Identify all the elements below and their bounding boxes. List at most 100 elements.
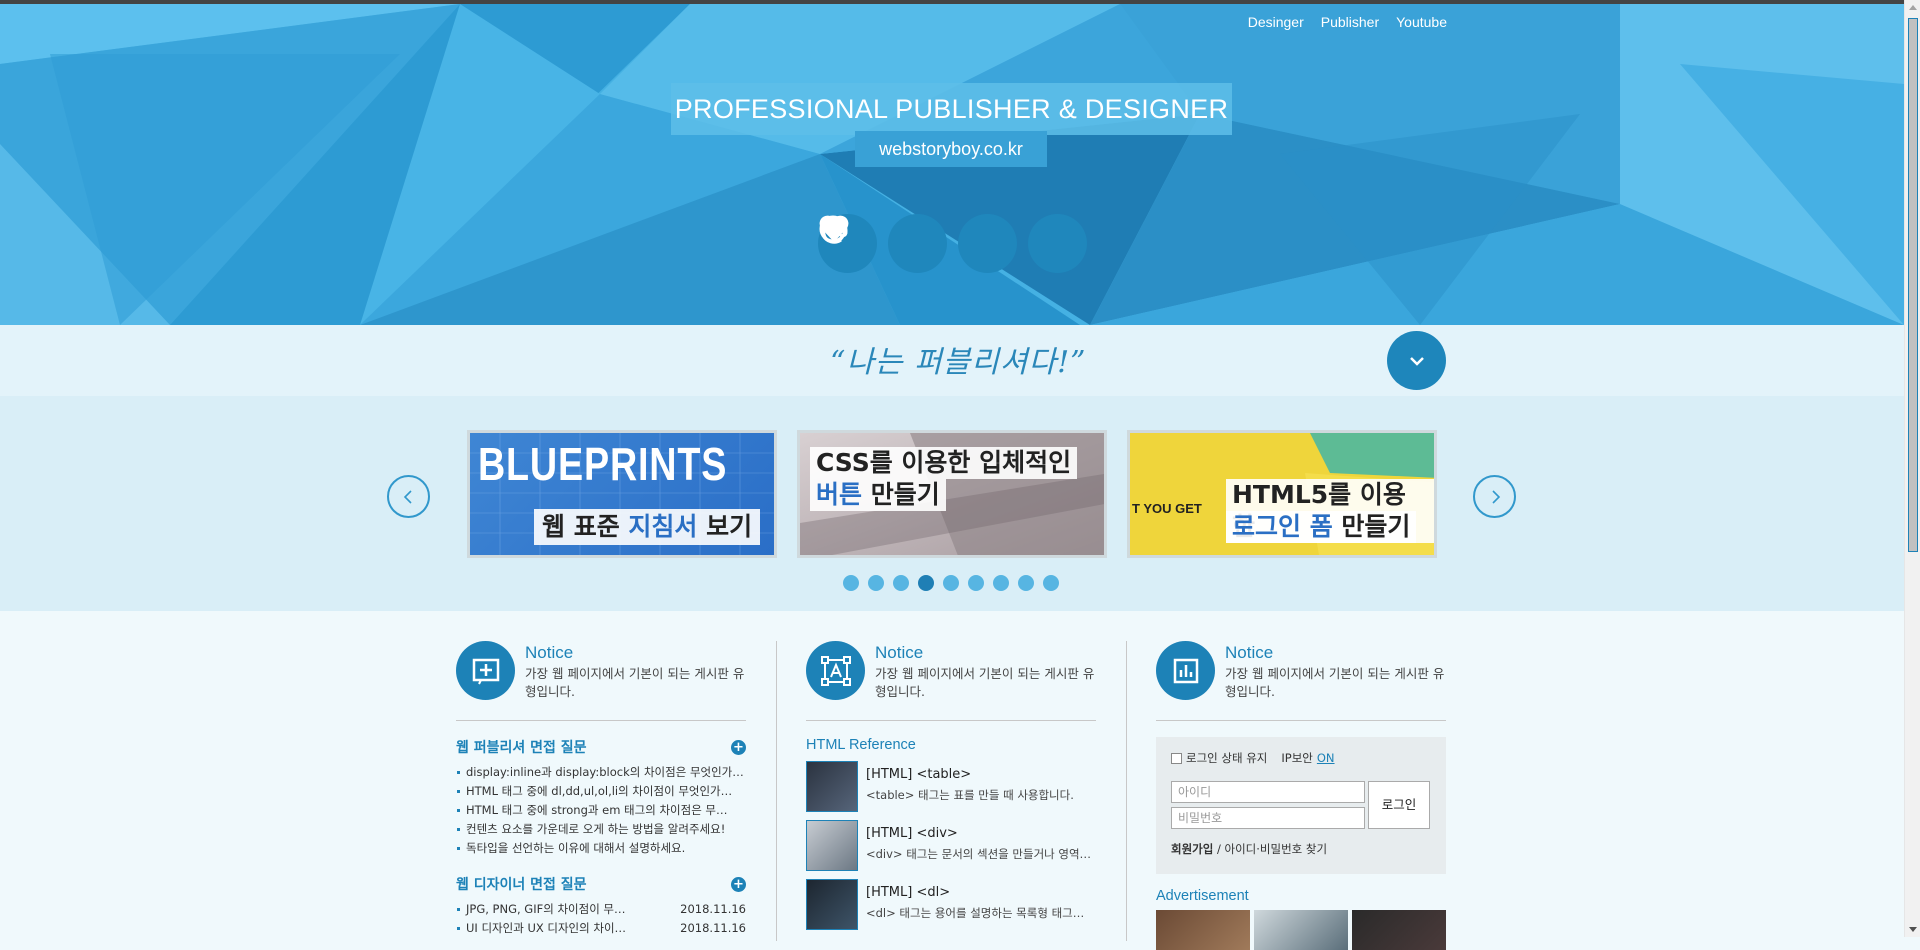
login-form: 로그인 상태 유지 IP보안 ON 아이디 비밀번호 로그인 회원가입 / 아이… (1156, 737, 1446, 874)
scrollbar-thumb[interactable] (1908, 18, 1918, 552)
notice-title[interactable]: Notice (875, 643, 1096, 663)
keep-login-label: 로그인 상태 유지 (1186, 751, 1268, 765)
reference-title: [HTML] <table> (866, 767, 972, 782)
slide-html5-login[interactable]: T YOU GET HTML5를 이용한 로그인 폼 만들기 (1127, 430, 1437, 558)
ip-security-toggle[interactable]: ON (1317, 751, 1335, 765)
scroll-down-button[interactable] (1387, 331, 1446, 390)
slider-next-button[interactable] (1473, 475, 1516, 518)
hero-banner: Desinger Publisher Youtube PROFESSIONAL … (0, 4, 1904, 325)
more-plus-icon[interactable]: + (731, 876, 746, 892)
html-reference-heading: HTML Reference (806, 737, 916, 753)
slide-2-caption-line2: 버튼 만들기 (810, 479, 946, 511)
reference-thumbnail (806, 879, 858, 930)
list-item[interactable]: 독타입을 선언하는 이유에 대해서 설명하세요. (456, 839, 746, 858)
advertisement-list (1156, 910, 1446, 950)
ad-thumbnail[interactable] (1156, 910, 1250, 950)
reference-title: [HTML] <div> (866, 826, 958, 841)
notice-title[interactable]: Notice (525, 643, 746, 663)
slider-dot[interactable] (843, 575, 859, 591)
text-frame-icon (806, 641, 865, 700)
ip-security-label: IP보안 (1281, 751, 1313, 765)
list-item[interactable]: display:inline과 display:block의 차이점은 무엇인가… (456, 763, 746, 782)
chevron-down-icon (1409, 356, 1424, 366)
nav-link-publisher[interactable]: Publisher (1321, 14, 1379, 30)
list-item[interactable]: UI 디자인과 UX 디자인의 차이… 2018.11.16 (456, 919, 746, 938)
scroll-up-arrow-icon[interactable] (1909, 5, 1917, 10)
password-input[interactable]: 비밀번호 (1171, 807, 1365, 829)
hero-subtitle: webstoryboy.co.kr (855, 131, 1047, 167)
notice-title[interactable]: Notice (1225, 643, 1446, 663)
slider-dot[interactable] (993, 575, 1009, 591)
reference-desc: <div> 태그는 문서의 섹션을 만들거나 영역… (866, 847, 1092, 861)
slider-prev-button[interactable] (387, 475, 430, 518)
designer-qna-list: JPG, PNG, GIF의 차이점이 무… 2018.11.16 UI 디자인과… (456, 900, 746, 938)
slide-css-button[interactable]: CSS를 이용한 입체적인 버튼 만들기 (797, 430, 1107, 558)
reference-desc: <dl> 태그는 용어를 설명하는 목록형 태그… (866, 906, 1085, 920)
advertisement-heading: Advertisement (1156, 888, 1249, 904)
reference-thumbnail (806, 820, 858, 871)
slider-dot[interactable] (1043, 575, 1059, 591)
page-scrollbar[interactable] (1904, 0, 1920, 937)
add-box-icon (456, 641, 515, 700)
notice-description: 가장 웹 페이지에서 기본이 되는 게시판 유형입니다. (525, 666, 745, 699)
find-account-link[interactable]: / 아이디·비밀번호 찾기 (1213, 842, 1327, 856)
slider-dot[interactable] (943, 575, 959, 591)
column-divider (776, 641, 777, 941)
slide-1-heading: BLUEPRINTS (478, 438, 728, 490)
slide-3-caption-line2: 로그인 폼 만들기 (1226, 511, 1417, 543)
list-item[interactable]: HTML 태그 중에 dl,dd,ul,ol,li의 차이점이 무엇인가… (456, 782, 746, 801)
notice-header: Notice 가장 웹 페이지에서 기본이 되는 게시판 유형입니다. (456, 641, 746, 721)
reference-desc: <table> 태그는 표를 만들 때 사용합니다. (866, 788, 1074, 802)
chevron-right-icon (1491, 489, 1500, 504)
account-links: 회원가입 / 아이디·비밀번호 찾기 (1171, 841, 1327, 857)
slider-dot[interactable] (893, 575, 909, 591)
hero-title: PROFESSIONAL PUBLISHER & DESIGNER (671, 83, 1232, 135)
reference-item[interactable]: [HTML] <table> <table> 태그는 표를 만들 때 사용합니다. (806, 761, 1096, 812)
hero-icon-group (818, 214, 1087, 273)
quote-text: “나는 퍼블리셔다!” (830, 345, 1087, 380)
user-id-input[interactable]: 아이디 (1171, 781, 1365, 803)
login-button[interactable]: 로그인 (1368, 781, 1430, 829)
slider-dot[interactable] (868, 575, 884, 591)
join-link[interactable]: 회원가입 (1171, 842, 1213, 856)
login-options: 로그인 상태 유지 IP보안 ON (1171, 750, 1431, 766)
slider-dot[interactable] (1018, 575, 1034, 591)
nav-link-designer[interactable]: Desinger (1248, 14, 1304, 30)
ad-thumbnail[interactable] (1254, 910, 1348, 950)
publisher-qna-list: display:inline과 display:block의 차이점은 무엇인가… (456, 763, 746, 858)
content-area: Notice 가장 웹 페이지에서 기본이 되는 게시판 유형입니다. 웹 퍼블… (0, 611, 1904, 950)
chevron-left-icon (403, 489, 412, 504)
at-icon[interactable] (820, 214, 1017, 273)
column-3: Notice 가장 웹 페이지에서 기본이 되는 게시판 유형입니다. 로그인 … (1156, 641, 1446, 950)
keep-login-checkbox[interactable] (1171, 752, 1182, 764)
reference-item[interactable]: [HTML] <div> <div> 태그는 문서의 섹션을 만들거나 영역… (806, 820, 1096, 871)
slider-dot-active[interactable] (918, 575, 934, 591)
notice-description: 가장 웹 페이지에서 기본이 되는 게시판 유형입니다. (875, 666, 1095, 699)
heart-icon[interactable] (819, 214, 947, 273)
slider-dot[interactable] (968, 575, 984, 591)
more-plus-icon[interactable]: + (731, 739, 746, 755)
ad-thumbnail[interactable] (1352, 910, 1446, 950)
slide-1-caption: 웹 표준 지침서 보기 (534, 509, 761, 545)
bar-chart-icon (1156, 641, 1215, 700)
reference-item[interactable]: [HTML] <dl> <dl> 태그는 용어를 설명하는 목록형 태그… (806, 879, 1096, 930)
column-2: Notice 가장 웹 페이지에서 기본이 되는 게시판 유형입니다. HTML… (806, 641, 1096, 930)
list-item[interactable]: HTML 태그 중에 strong과 em 태그의 차이점은 무… (456, 801, 746, 820)
notice-header: Notice 가장 웹 페이지에서 기본이 되는 게시판 유형입니다. (1156, 641, 1446, 721)
nav-link-youtube[interactable]: Youtube (1396, 14, 1447, 30)
list-item[interactable]: JPG, PNG, GIF의 차이점이 무… 2018.11.16 (456, 900, 746, 919)
top-navigation: Desinger Publisher Youtube (1248, 14, 1447, 30)
alarm-clock-icon[interactable] (821, 214, 1087, 273)
designer-qna-heading: 웹 디자이너 면접 질문 + (456, 874, 746, 894)
list-item[interactable]: 컨텐츠 요소를 가운데로 오게 하는 방법을 알려주세요! (456, 820, 746, 839)
publisher-qna-heading: 웹 퍼블리셔 면접 질문 + (456, 737, 746, 757)
quote-band: “나는 퍼블리셔다!” (0, 325, 1904, 396)
column-1: Notice 가장 웹 페이지에서 기본이 되는 게시판 유형입니다. 웹 퍼블… (456, 641, 746, 938)
slide-blueprints[interactable]: BLUEPRINTS 웹 표준 지침서 보기 (467, 430, 777, 558)
scroll-down-arrow-icon[interactable] (1909, 927, 1917, 932)
slider: BLUEPRINTS 웹 표준 지침서 보기 CSS를 이용한 입체적인 버튼 … (0, 396, 1904, 611)
slider-pagination (843, 575, 1059, 591)
notice-description: 가장 웹 페이지에서 기본이 되는 게시판 유형입니다. (1225, 666, 1445, 699)
slide-3-side-text: T YOU GET (1132, 501, 1202, 516)
slide-2-caption-line1: CSS를 이용한 입체적인 (810, 447, 1078, 479)
